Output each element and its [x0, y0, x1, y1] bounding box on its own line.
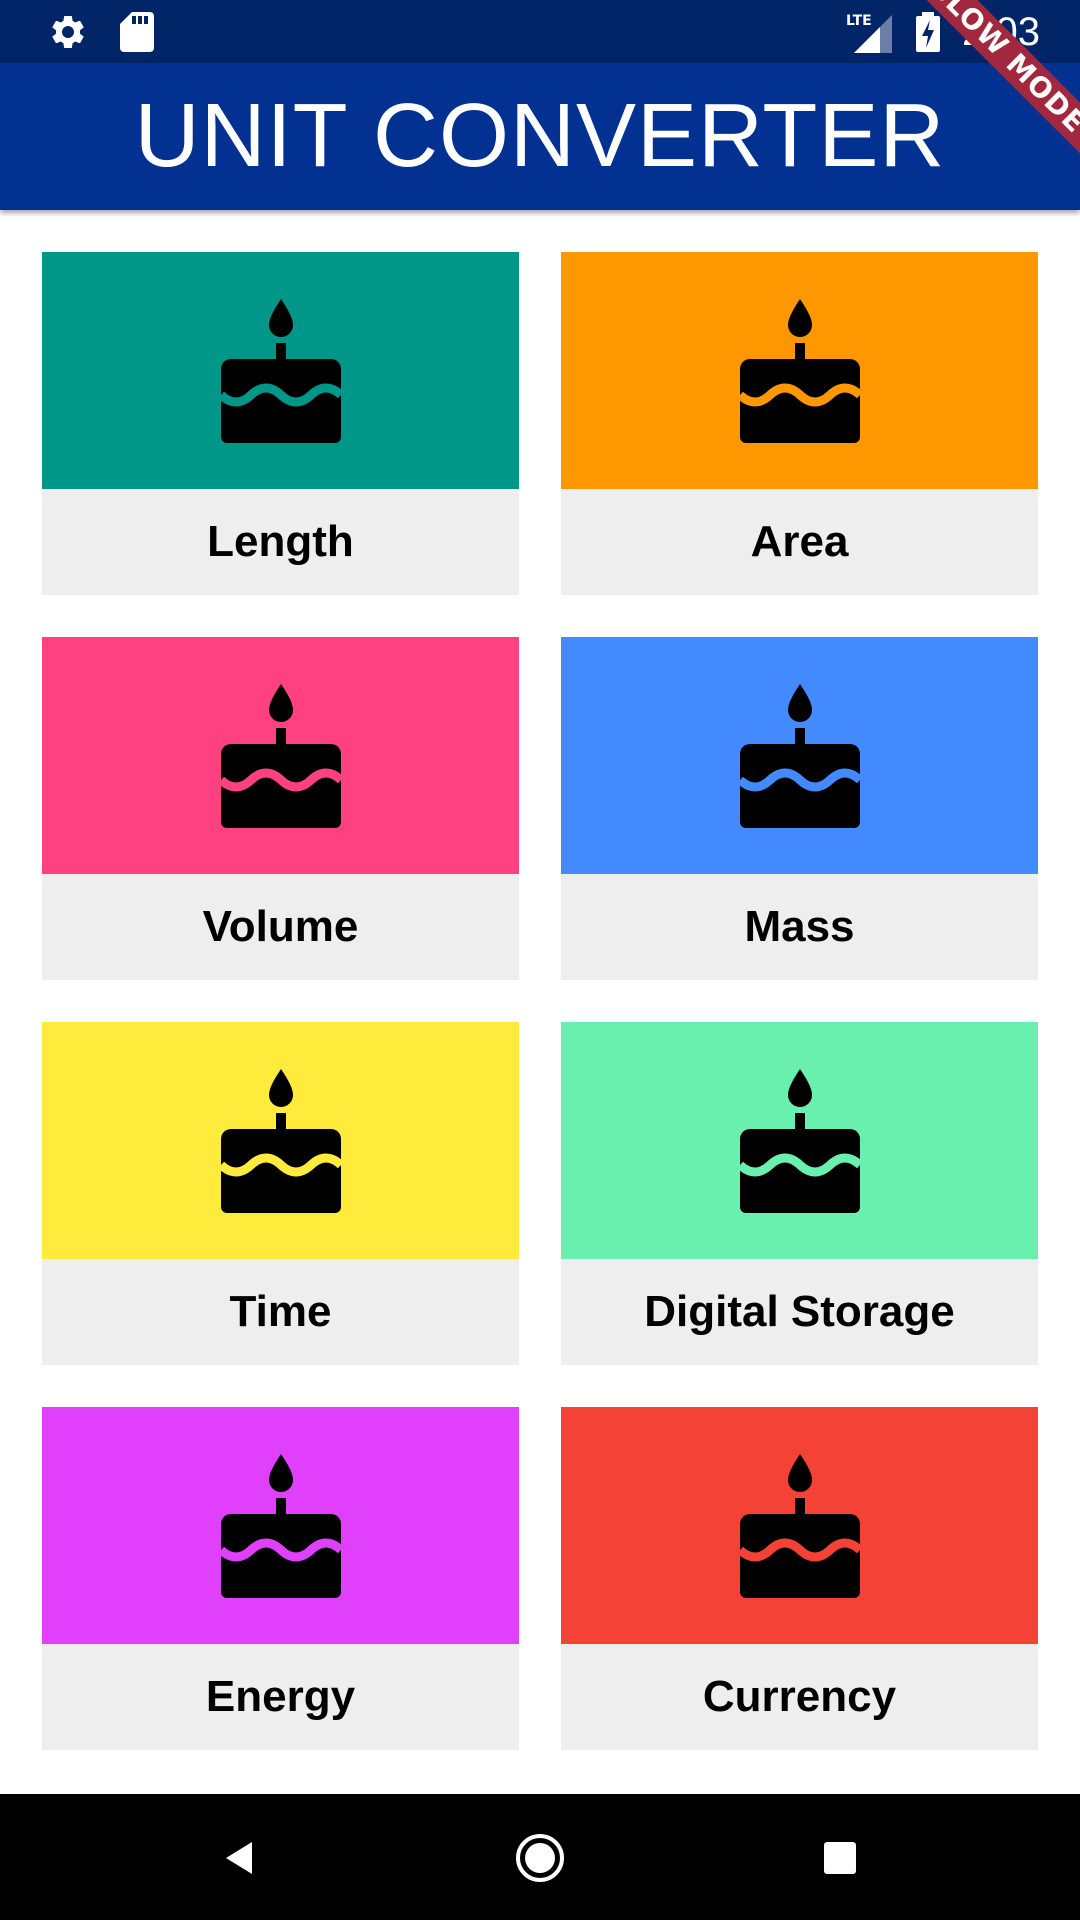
tile-label: Area: [750, 517, 849, 566]
tile-label: Mass: [744, 902, 855, 951]
cake-icon: [220, 1068, 341, 1213]
tile-label: Digital Storage: [644, 1287, 955, 1336]
tile-label-area: Time: [42, 1259, 519, 1365]
tile-label-area: Area: [561, 489, 1038, 595]
signal-icon: LTE: [844, 11, 894, 53]
tile-label: Volume: [202, 902, 359, 951]
tile-label-area: Energy: [42, 1644, 519, 1750]
tile-label-area: Mass: [561, 874, 1038, 980]
cake-icon: [739, 683, 860, 828]
sd-card-icon: [118, 12, 154, 52]
status-bar: LTE 2:03: [0, 0, 1080, 63]
tile-color-area: [42, 637, 519, 874]
tile-label: Time: [229, 1287, 332, 1336]
category-tile-area[interactable]: Area: [561, 252, 1038, 595]
cake-icon: [220, 683, 341, 828]
home-icon[interactable]: [512, 1830, 568, 1886]
settings-icon: [48, 12, 88, 52]
app-title: UNIT CONVERTER: [134, 86, 946, 186]
recents-icon[interactable]: [812, 1830, 868, 1886]
cake-icon: [739, 1453, 860, 1598]
battery-charging-icon: [916, 12, 941, 52]
tile-label: Energy: [205, 1672, 356, 1721]
category-tile-currency[interactable]: Currency: [561, 1407, 1038, 1750]
category-tile-energy[interactable]: Energy: [42, 1407, 519, 1750]
tile-color-area: [561, 252, 1038, 489]
category-tile-mass[interactable]: Mass: [561, 637, 1038, 980]
tile-color-area: [42, 1022, 519, 1259]
tile-color-area: [561, 1022, 1038, 1259]
tile-label-area: Digital Storage: [561, 1259, 1038, 1365]
back-icon[interactable]: [212, 1830, 268, 1886]
cake-icon: [739, 1068, 860, 1213]
app-bar: UNIT CONVERTER: [0, 63, 1080, 210]
tile-label-area: Volume: [42, 874, 519, 980]
tile-color-area: [561, 637, 1038, 874]
tile-color-area: [42, 1407, 519, 1644]
tile-color-area: [561, 1407, 1038, 1644]
category-grid: Length Area Volume Mass Time Digital Sto…: [42, 252, 1038, 1750]
cake-icon: [220, 1453, 341, 1598]
cake-icon: [220, 298, 341, 443]
category-tile-length[interactable]: Length: [42, 252, 519, 595]
tile-label: Length: [207, 517, 354, 566]
tile-color-area: [42, 252, 519, 489]
category-tile-volume[interactable]: Volume: [42, 637, 519, 980]
category-tile-time[interactable]: Time: [42, 1022, 519, 1365]
category-tile-digital-storage[interactable]: Digital Storage: [561, 1022, 1038, 1365]
navigation-bar: [0, 1794, 1080, 1920]
tile-label-area: Currency: [561, 1644, 1038, 1750]
tile-label: Currency: [702, 1672, 897, 1721]
cake-icon: [739, 298, 860, 443]
tile-label-area: Length: [42, 489, 519, 595]
network-label: LTE: [846, 13, 872, 29]
